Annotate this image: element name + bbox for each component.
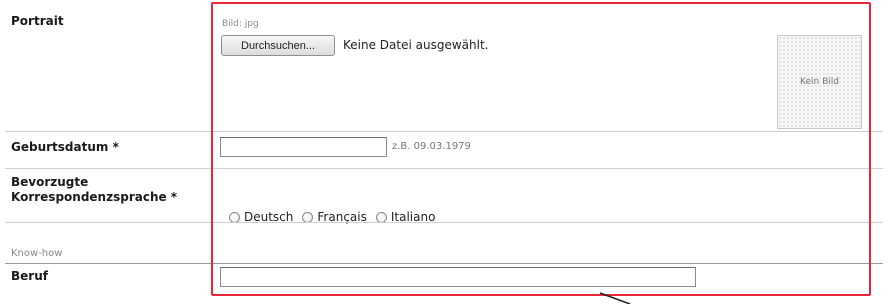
no-file-text: Keine Datei ausgewählt. <box>343 38 489 52</box>
knowhow-section-title: Know-how <box>11 248 63 259</box>
birthdate-label: Geburtsdatum * <box>11 140 119 154</box>
radio-circle-icon[interactable] <box>375 211 387 223</box>
portrait-format-hint: Bild: jpg <box>222 19 259 29</box>
browse-button[interactable]: Durchsuchen... <box>221 35 335 56</box>
divider <box>5 168 883 169</box>
radio-circle-icon[interactable] <box>229 211 240 223</box>
radio-circle-icon[interactable] <box>302 211 314 223</box>
portrait-label: Portrait <box>11 14 64 28</box>
language-label-line1: Bevorzugte <box>11 175 89 189</box>
profession-input[interactable] <box>220 267 696 287</box>
portrait-preview-text: Kein Bild <box>800 77 839 87</box>
language-label-line2: Korrespondenzsprache * <box>11 190 178 204</box>
birthdate-input[interactable] <box>220 137 387 157</box>
profession-label: Beruf <box>11 269 48 283</box>
section-divider <box>5 263 883 264</box>
portrait-preview: Kein Bild <box>777 35 862 129</box>
divider <box>5 222 883 223</box>
divider <box>5 131 883 132</box>
birthdate-hint: z.B. 09.03.1979 <box>392 141 471 152</box>
